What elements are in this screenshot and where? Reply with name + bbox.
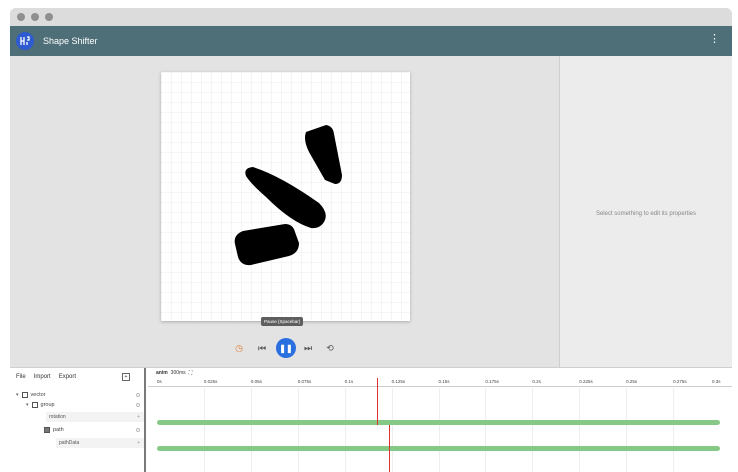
timeline-panel: File Import Export + ▾ vector ▾ group ro…: [10, 367, 732, 472]
ruler-tick-label: 0.3s: [712, 379, 721, 384]
window-titlebar: [10, 8, 732, 26]
ruler-tick-label: 0.05s: [250, 379, 262, 384]
playhead-marker[interactable]: [376, 378, 378, 425]
canvas-grid: [161, 72, 410, 321]
animation-name: anim: [156, 369, 168, 376]
maximize-window-dot[interactable]: [45, 13, 53, 21]
timeline-gridline: [579, 388, 581, 472]
ruler-tick-label: 0.25s: [626, 379, 638, 384]
minimize-window-dot[interactable]: [31, 13, 39, 21]
timeline-gridline: [250, 388, 252, 472]
timeline-gridline: [297, 388, 299, 472]
vector-canvas[interactable]: [161, 72, 410, 321]
property-label-rotation: rotation: [49, 414, 66, 420]
app-window: Shape Shifter ⋮ ◷ ⏮ ❚❚ ⏭ ⟲ Select someth…: [10, 8, 732, 472]
animation-duration: 300ms: [170, 369, 186, 376]
properties-panel: Select something to edit its properties: [559, 56, 732, 371]
properties-empty-text: Select something to edit its properties: [595, 210, 697, 217]
skip-next-icon[interactable]: ⏭: [301, 341, 315, 355]
timeline-gridline: [391, 388, 393, 472]
add-keyframe-icon[interactable]: +: [137, 440, 140, 446]
timeline-gridline: [438, 388, 440, 472]
add-keyframe-icon[interactable]: +: [137, 414, 140, 420]
visibility-icon[interactable]: [136, 403, 140, 407]
playback-controls: ◷ ⏮ ❚❚ ⏭ ⟲: [10, 335, 559, 371]
pause-tooltip: Pause (Spacebar): [261, 317, 304, 326]
ruler-tick-label: 0.125s: [391, 379, 406, 384]
fullscreen-icon[interactable]: ⛶: [189, 370, 193, 376]
ruler-tick-label: 0.175s: [485, 379, 499, 384]
time-ruler[interactable]: 0s 0.025s 0.05s 0.075s 0.1s 0.125s 0.15s 0.175s…: [148, 377, 732, 387]
chevron-down-icon[interactable]: ▾: [26, 402, 29, 408]
ruler-tick-label: 0.2s: [532, 379, 541, 384]
chevron-down-icon[interactable]: ▾: [16, 392, 19, 398]
ruler-tick-label: 0.275s: [673, 379, 687, 384]
add-layer-icon[interactable]: +: [122, 373, 130, 381]
layer-menu-bar: File Import Export +: [10, 368, 144, 386]
rotation-animation-block[interactable]: [157, 420, 720, 425]
visibility-icon[interactable]: [136, 393, 140, 397]
playback-speed-icon[interactable]: ◷: [232, 341, 246, 355]
close-window-dot[interactable]: [17, 13, 25, 21]
vector-layer-icon: [21, 392, 28, 398]
timeline-gridline: [203, 388, 205, 472]
property-row-pathdata[interactable]: pathData +: [56, 438, 144, 448]
ruler-tick-label: 0.075s: [297, 379, 312, 384]
repeat-icon[interactable]: ⟲: [323, 341, 337, 355]
workspace: ◷ ⏮ ❚❚ ⏭ ⟲ Select something to edit its …: [10, 56, 732, 371]
app-toolbar: Shape Shifter ⋮: [10, 26, 732, 56]
import-menu[interactable]: Import: [34, 374, 51, 380]
timeline-gridline: [344, 388, 346, 472]
timeline-gridline: [673, 388, 675, 472]
ruler-tick-label: 0.225s: [579, 379, 593, 384]
timeline-tracks: anim 300ms ⛶ 0s 0.025s 0.05s 0.075s 0.1s 0.12…: [148, 368, 732, 472]
layer-row-group[interactable]: ▾ group: [26, 399, 144, 411]
ruler-tick-label: 0.15s: [438, 379, 450, 384]
shape-shifter-logo-icon: [16, 32, 34, 50]
more-vert-icon[interactable]: ⋮: [709, 33, 720, 45]
export-menu[interactable]: Export: [59, 374, 76, 380]
visibility-icon[interactable]: [136, 428, 140, 432]
property-label-pathdata: pathData: [59, 440, 80, 446]
timeline-gridline: [485, 388, 487, 472]
layer-label-vector: vector: [30, 392, 46, 398]
animation-header[interactable]: anim 300ms ⛶: [148, 368, 732, 377]
path-layer-icon: [44, 427, 50, 433]
pathdata-animation-block[interactable]: [157, 446, 720, 451]
layer-label-group: group: [40, 402, 55, 408]
ruler-tick-label: 0s: [157, 379, 162, 384]
timeline-gridline: [626, 388, 628, 472]
playhead-line: [388, 425, 390, 472]
layer-list: File Import Export + ▾ vector ▾ group ro…: [10, 368, 146, 472]
skip-previous-icon[interactable]: ⏮: [255, 341, 269, 355]
ruler-tick-label: 0.1s: [344, 379, 354, 384]
ruler-tick-label: 0.025s: [203, 379, 218, 384]
app-title: Shape Shifter: [43, 36, 98, 46]
layer-label-path: path: [53, 427, 64, 433]
folder-icon: [31, 402, 38, 408]
pause-button[interactable]: ❚❚: [276, 338, 296, 358]
pause-icon: ❚❚: [279, 343, 293, 353]
property-row-rotation[interactable]: rotation +: [46, 412, 144, 422]
layer-row-path[interactable]: path: [44, 424, 144, 436]
timeline-gridline: [532, 388, 534, 472]
file-menu[interactable]: File: [16, 374, 26, 380]
